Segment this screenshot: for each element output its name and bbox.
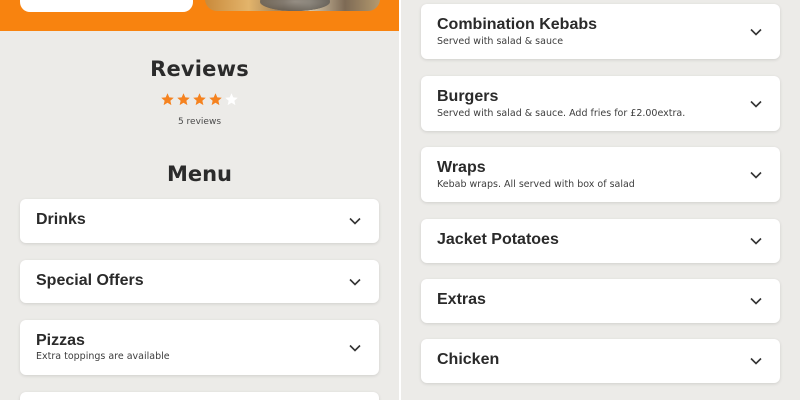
star-icon-shape bbox=[177, 93, 190, 106]
restaurant-photo bbox=[205, 0, 380, 11]
menu-category-chicken[interactable]: Chicken bbox=[421, 339, 780, 383]
menu-category-drinks[interactable]: Drinks bbox=[20, 199, 379, 243]
chevron-down-icon bbox=[750, 100, 762, 108]
left-pane: Reviews 5 reviews Menu Drinks Special Of… bbox=[0, 0, 399, 400]
star-icon bbox=[225, 93, 238, 106]
header-search-box[interactable] bbox=[20, 0, 193, 12]
menu-category-combination-kebabs[interactable]: Combination Kebabs Served with salad & s… bbox=[421, 4, 780, 59]
category-description: Extra toppings are available bbox=[36, 351, 170, 362]
category-title: Jacket Potatoes bbox=[437, 231, 559, 248]
chevron-down-icon bbox=[349, 217, 361, 225]
category-description: Served with salad & sauce bbox=[437, 36, 564, 47]
category-title: Burgers bbox=[437, 88, 499, 105]
category-title: Special Offers bbox=[36, 272, 144, 289]
chevron-down-icon bbox=[750, 297, 762, 305]
category-title: Extras bbox=[437, 291, 486, 308]
category-title: Chicken bbox=[437, 351, 500, 368]
star-icon bbox=[209, 93, 222, 106]
restaurant-header bbox=[0, 0, 399, 31]
star-icon bbox=[193, 93, 206, 106]
menu-category-jacket-potatoes[interactable]: Jacket Potatoes bbox=[421, 219, 780, 263]
rating-stars[interactable] bbox=[160, 92, 240, 110]
category-title: Pizzas bbox=[36, 332, 85, 349]
category-title: Wraps bbox=[437, 159, 486, 176]
star-icon-shape bbox=[225, 93, 238, 106]
category-title: Combination Kebabs bbox=[437, 16, 598, 33]
category-title: Drinks bbox=[36, 211, 86, 228]
chevron-down-icon bbox=[349, 344, 361, 352]
chevron-down-icon bbox=[349, 278, 361, 286]
menu-category-partial[interactable] bbox=[20, 392, 379, 400]
chevron-down-icon bbox=[750, 171, 762, 179]
star-icon bbox=[177, 93, 190, 106]
star-icon-shape bbox=[209, 93, 222, 106]
menu-category-burgers[interactable]: Burgers Served with salad & sauce. Add f… bbox=[421, 76, 780, 131]
chevron-down-icon bbox=[750, 28, 762, 36]
menu-category-wraps[interactable]: Wraps Kebab wraps. All served with box o… bbox=[421, 147, 780, 202]
reviews-heading: Reviews bbox=[150, 57, 249, 81]
menu-category-special-offers[interactable]: Special Offers bbox=[20, 260, 379, 303]
reviews-count[interactable]: 5 reviews bbox=[0, 117, 399, 127]
star-icon bbox=[161, 93, 174, 106]
right-pane: Combination Kebabs Served with salad & s… bbox=[401, 0, 800, 400]
star-icon-shape bbox=[193, 93, 206, 106]
star-icon-shape bbox=[161, 93, 174, 106]
menu-category-pizzas[interactable]: Pizzas Extra toppings are available bbox=[20, 320, 379, 375]
chevron-down-icon bbox=[750, 357, 762, 365]
category-description: Kebab wraps. All served with box of sala… bbox=[437, 179, 635, 190]
chevron-down-icon bbox=[750, 237, 762, 245]
menu-category-extras[interactable]: Extras bbox=[421, 279, 780, 323]
category-description: Served with salad & sauce. Add fries for… bbox=[437, 108, 686, 119]
menu-heading: Menu bbox=[166, 162, 233, 186]
